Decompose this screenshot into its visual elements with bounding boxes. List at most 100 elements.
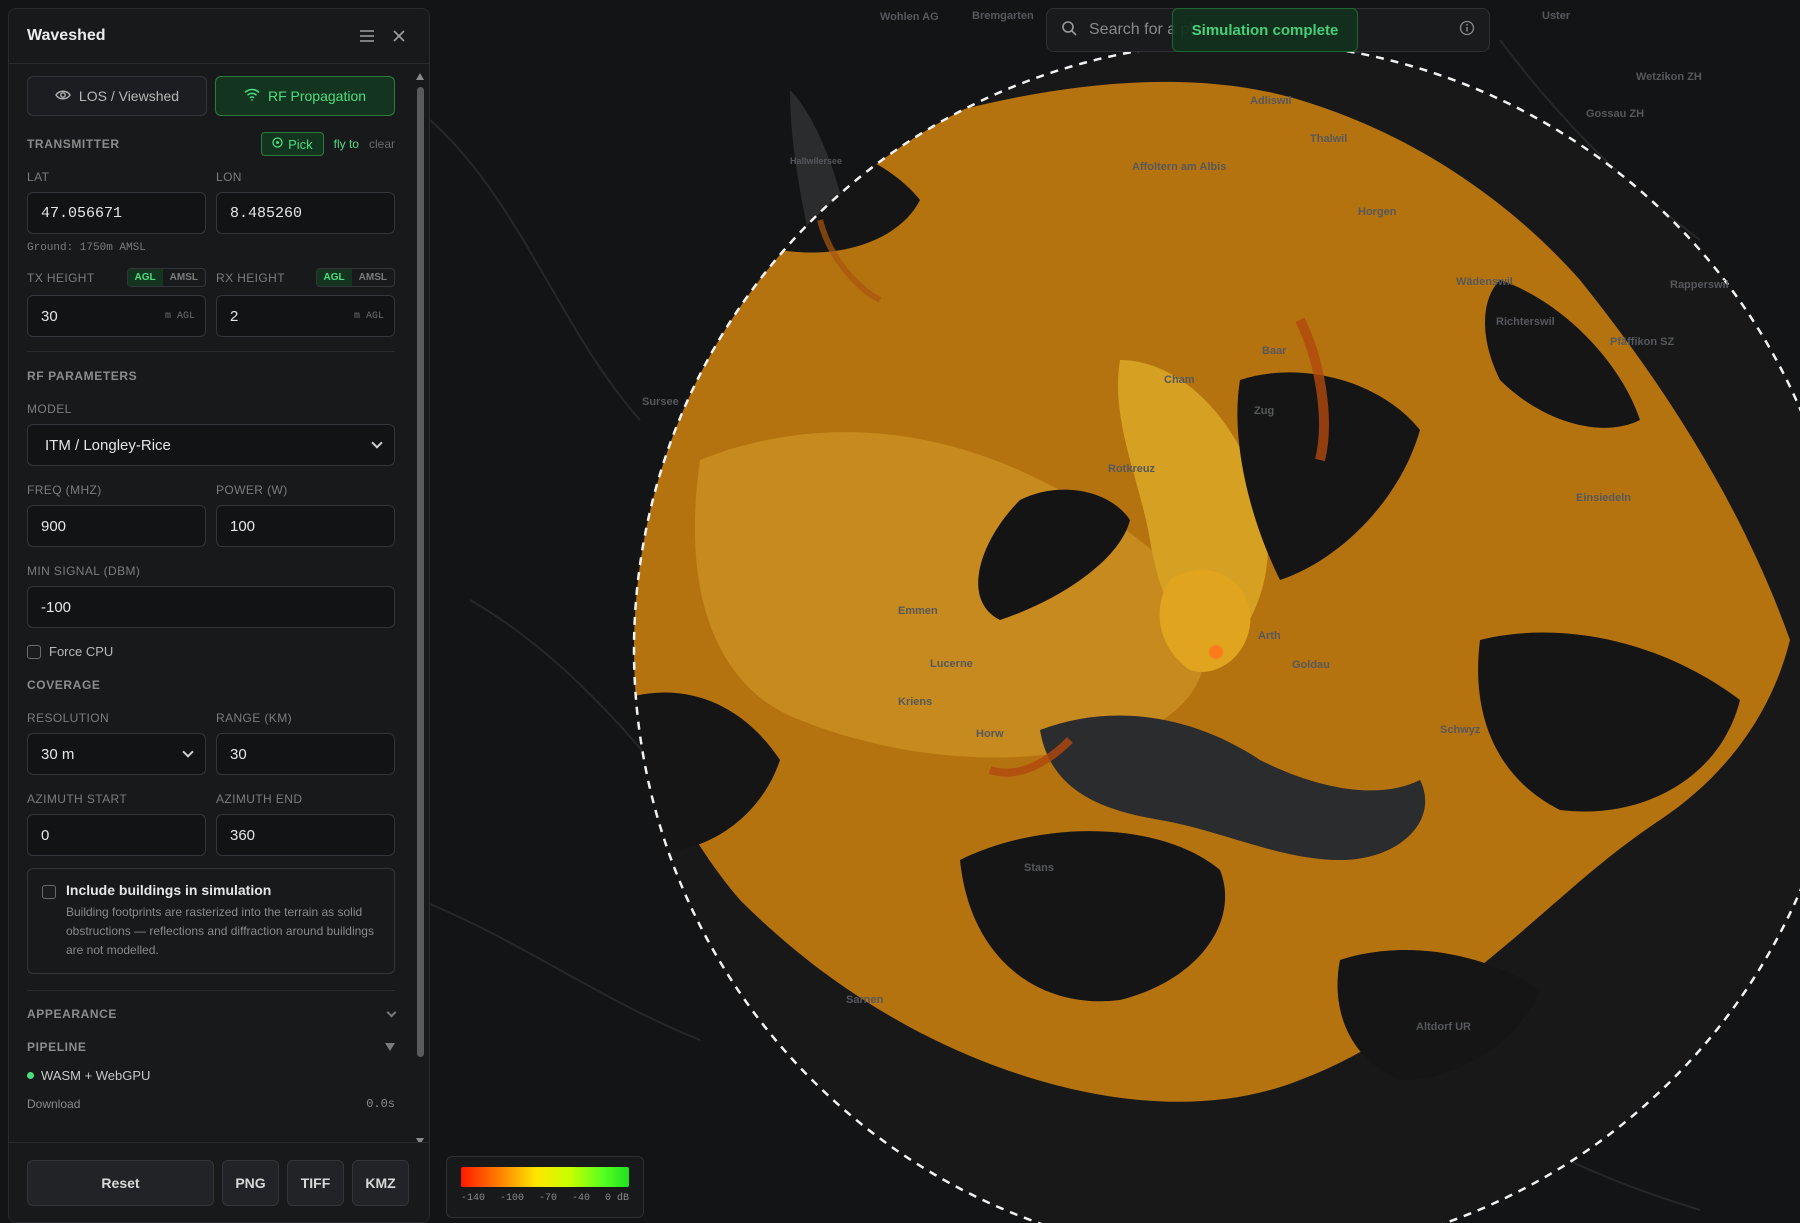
map-label: Sarnen (846, 994, 884, 1006)
download-time: 0.0s (366, 1097, 395, 1111)
azimuth-end-label: AZIMUTH END (216, 792, 303, 806)
map-label: Thalwil (1310, 133, 1348, 145)
map-label: Einsiedeln (1576, 492, 1632, 504)
panel-scrollbar[interactable] (413, 69, 427, 1151)
lon-label: LON (216, 170, 242, 184)
range-label: RANGE (KM) (216, 711, 292, 725)
appearance-accordion[interactable]: APPEARANCE (27, 1007, 397, 1021)
legend-tick: -100 (499, 1193, 524, 1204)
pipeline-accordion[interactable]: PIPELINE (27, 1040, 395, 1054)
map-label: Sursee (642, 396, 679, 408)
legend-tick: 0 dB (604, 1193, 629, 1204)
tx-amsl-option[interactable]: AMSL (163, 269, 205, 286)
map-label: Wohlen AG (880, 11, 939, 23)
legend-tick: -70 (538, 1193, 557, 1204)
tab-label: LOS / Viewshed (78, 88, 180, 104)
map-label: Gossau ZH (1586, 108, 1645, 120)
power-input[interactable]: 100 (216, 505, 395, 547)
map-label: Pfäffikon SZ (1610, 336, 1675, 348)
map-label: Rotkreuz (1108, 463, 1156, 475)
buildings-option-card[interactable]: Include buildings in simulation Building… (27, 868, 395, 974)
power-label: POWER (W) (216, 483, 288, 497)
export-tiff-button[interactable]: TIFF (287, 1159, 344, 1206)
reset-button[interactable]: Reset (27, 1159, 214, 1206)
map-label: Kriens (898, 696, 933, 708)
tab-los-viewshed[interactable]: LOS / Viewshed (27, 76, 207, 116)
export-png-button[interactable]: PNG (222, 1159, 279, 1206)
pick-label: Pick (288, 136, 313, 152)
pick-button[interactable]: Pick (261, 132, 324, 156)
info-icon[interactable] (1459, 20, 1475, 41)
menu-icon[interactable] (355, 24, 379, 48)
triangle-down-icon (385, 1043, 395, 1051)
map-label: Arth (1258, 630, 1281, 642)
lon-input[interactable]: 8.485260 (216, 192, 395, 234)
panel-body: LOS / Viewshed RF Propagation TRANSMITTE… (9, 65, 413, 1131)
azimuth-start-label: AZIMUTH START (27, 792, 128, 806)
rx-height-input[interactable]: 2 m AGL (216, 295, 395, 337)
range-input[interactable]: 30 (216, 733, 395, 775)
sidebar-panel: Waveshed LOS / Viewshed RF Propagation T… (8, 8, 430, 1223)
lat-label: LAT (27, 170, 50, 184)
buildings-checkbox[interactable] (42, 885, 56, 899)
legend-gradient (461, 1167, 629, 1187)
wifi-icon (244, 88, 260, 104)
lat-input[interactable]: 47.056671 (27, 192, 206, 234)
tx-agl-option[interactable]: AGL (127, 269, 163, 286)
map-label: Wetzikon ZH (1636, 71, 1702, 83)
tab-label: RF Propagation (267, 88, 367, 104)
section-appearance: APPEARANCE (27, 1007, 118, 1021)
map-label: Stans (1024, 862, 1054, 874)
section-pipeline: PIPELINE (27, 1040, 87, 1054)
section-coverage: COVERAGE (27, 678, 101, 692)
resolution-value: 30 m (41, 745, 75, 763)
min-signal-label: MIN SIGNAL (DBM) (27, 564, 141, 578)
map-label: Zug (1254, 405, 1275, 417)
rx-agl-option[interactable]: AGL (316, 269, 352, 286)
azimuth-end-input[interactable]: 360 (216, 814, 395, 856)
rx-amsl-option[interactable]: AMSL (352, 269, 394, 286)
freq-input[interactable]: 900 (27, 505, 206, 547)
transmitter-marker[interactable] (1209, 645, 1223, 659)
min-signal-input[interactable]: -100 (27, 586, 395, 628)
close-icon[interactable] (387, 24, 411, 48)
chevron-down-icon (182, 746, 194, 758)
rx-height-label: RX HEIGHT (216, 270, 285, 285)
panel-footer: Reset PNG TIFF KMZ (9, 1142, 429, 1222)
map-label: Hallwilersee (790, 156, 843, 166)
download-label: Download (27, 1097, 81, 1111)
map-label: Affoltern am Albis (1132, 161, 1227, 173)
force-cpu-checkbox[interactable] (27, 644, 41, 659)
legend-tick: -40 (571, 1193, 590, 1204)
search-icon (1061, 20, 1077, 41)
divider (27, 351, 395, 352)
coverage-overlay (634, 42, 1800, 1223)
map-label: Emmen (898, 605, 938, 617)
clear-link[interactable]: clear (369, 137, 395, 151)
map-label: Horw (976, 728, 1004, 740)
map-label: Rapperswil (1670, 279, 1729, 291)
tx-height-label: TX HEIGHT (27, 270, 95, 285)
azimuth-start-input[interactable]: 0 (27, 814, 206, 856)
fly-to-link[interactable]: fly to (334, 137, 359, 151)
tx-height-mode-toggle[interactable]: AGL AMSL (126, 268, 206, 287)
tab-rf-propagation[interactable]: RF Propagation (215, 76, 395, 116)
location-pin-icon (272, 136, 283, 152)
rx-height-unit: m AGL (353, 310, 384, 322)
resolution-label: RESOLUTION (27, 711, 110, 725)
resolution-select[interactable]: 30 m (27, 733, 206, 775)
tx-height-input[interactable]: 30 m AGL (27, 295, 206, 337)
model-select[interactable]: ITM / Longley-Rice (27, 424, 395, 466)
ground-elevation: Ground: 1750m AMSL (27, 242, 146, 254)
force-cpu-label: Force CPU (49, 644, 114, 659)
map-label: Baar (1262, 345, 1287, 357)
section-rf-parameters: RF PARAMETERS (27, 369, 138, 383)
scrollbar-thumb[interactable] (417, 87, 424, 1057)
export-kmz-button[interactable]: KMZ (352, 1159, 409, 1206)
scroll-up-icon[interactable] (416, 73, 424, 80)
rx-height-mode-toggle[interactable]: AGL AMSL (315, 268, 395, 287)
divider (27, 990, 395, 991)
map-label: Altdorf UR (1416, 1021, 1471, 1033)
map-label: Richterswil (1496, 316, 1555, 328)
map-label: Schwyz (1440, 724, 1481, 736)
